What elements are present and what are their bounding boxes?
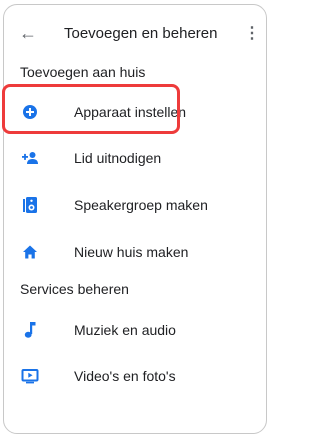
home-icon bbox=[21, 243, 39, 261]
menu-item-label: Speakergroep maken bbox=[74, 197, 208, 213]
menu-item-label: Muziek en audio bbox=[74, 322, 176, 338]
menu-item-label: Lid uitnodigen bbox=[74, 150, 162, 166]
menu-item-videos-photos[interactable]: Video's en foto's bbox=[4, 353, 266, 399]
section-title-add-to-home: Toevoegen aan huis bbox=[20, 64, 146, 80]
speaker-group-icon bbox=[21, 196, 39, 214]
menu-item-music-audio[interactable]: Muziek en audio bbox=[4, 307, 266, 353]
more-vert-icon[interactable]: ⋮ bbox=[244, 22, 260, 44]
app-bar: ← Toevoegen en beheren ⋮ bbox=[4, 5, 266, 61]
menu-item-create-speaker-group[interactable]: Speakergroep maken bbox=[4, 182, 266, 228]
menu-item-label: Nieuw huis maken bbox=[74, 244, 189, 260]
music-note-icon bbox=[21, 321, 39, 339]
video-tv-icon bbox=[21, 367, 39, 385]
menu-item-label: Video's en foto's bbox=[74, 368, 176, 384]
page-title: Toevoegen en beheren bbox=[64, 25, 218, 42]
menu-item-create-new-home[interactable]: Nieuw huis maken bbox=[4, 229, 266, 275]
menu-item-invite-member[interactable]: Lid uitnodigen bbox=[4, 135, 266, 181]
highlight-annotation-box bbox=[2, 84, 180, 134]
phone-frame: ← Toevoegen en beheren ⋮ Toevoegen aan h… bbox=[3, 4, 267, 434]
person-add-icon bbox=[21, 149, 39, 167]
section-title-manage-services: Services beheren bbox=[20, 281, 129, 297]
arrow-back-icon[interactable]: ← bbox=[18, 23, 38, 43]
